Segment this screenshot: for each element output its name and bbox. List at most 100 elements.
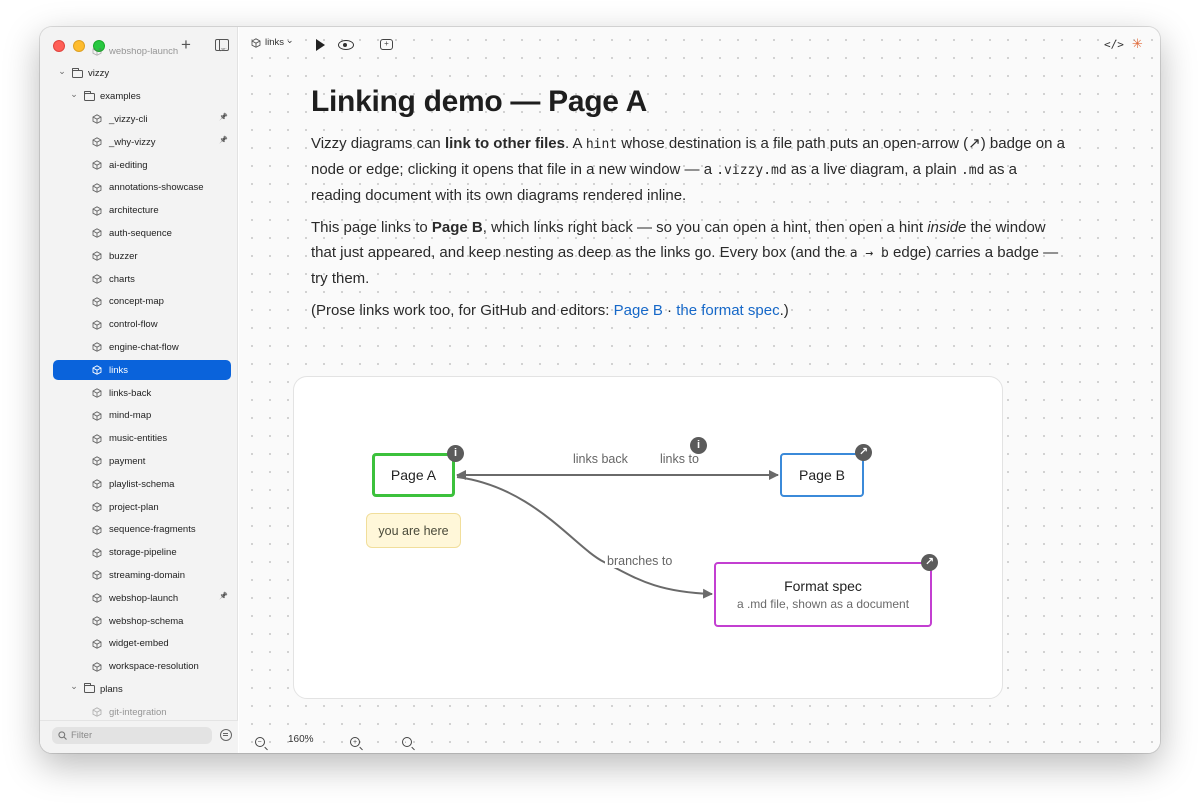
cube-icon: [251, 37, 261, 48]
tree-file[interactable]: _vizzy-cli 📌: [40, 109, 238, 129]
file-menu-button[interactable]: links ⌄: [251, 35, 294, 48]
filter-options-icon[interactable]: [220, 729, 232, 741]
tree-file[interactable]: payment: [40, 451, 238, 471]
text-run: (Prose links work too, for GitHub and ed…: [311, 302, 614, 319]
toolbar: links ⌄ + </> ✳: [239, 27, 1160, 63]
inline-code: .md: [960, 163, 985, 178]
cube-icon: [92, 525, 102, 535]
tree-file[interactable]: mind-map: [40, 406, 238, 426]
node-page-b[interactable]: Page B: [780, 453, 864, 497]
tree-file[interactable]: links-back: [40, 383, 238, 403]
tree-file[interactable]: auth-sequence: [40, 223, 238, 243]
edge-label-links-to: links to: [658, 452, 701, 466]
tree-file[interactable]: workspace-resolution: [40, 657, 238, 677]
chevron-down-icon[interactable]: ⌄: [69, 681, 79, 692]
chevron-down-icon[interactable]: ⌄: [69, 89, 79, 100]
cube-icon: [92, 365, 102, 375]
tree-folder[interactable]: ⌄ examples: [40, 87, 238, 107]
tree-file[interactable]: buzzer: [40, 246, 238, 266]
inline-code: a → b: [849, 246, 889, 261]
tree-item-label: storage-pipeline: [109, 547, 177, 559]
diagram-canvas: links back links to i branches to Page A…: [293, 376, 1003, 699]
text-run: This page links to: [311, 219, 432, 236]
pin-icon[interactable]: 📌: [219, 48, 228, 53]
play-button[interactable]: [316, 39, 325, 51]
chevron-down-icon[interactable]: ⌄: [57, 66, 67, 77]
cube-icon: [92, 319, 102, 330]
search-icon: [58, 731, 67, 740]
tree-item-label: playlist-schema: [109, 478, 175, 490]
tree-item-label: webshop-launch: [109, 592, 179, 604]
inline-code: hint: [585, 137, 618, 152]
node-format-spec[interactable]: Format spec a .md file, shown as a docum…: [714, 562, 932, 627]
tree-file[interactable]: links: [53, 360, 231, 381]
pin-icon[interactable]: 📌: [219, 113, 228, 121]
cube-icon: [92, 297, 102, 307]
node-a-info-icon[interactable]: i: [447, 445, 464, 462]
prose-links-paragraph: (Prose links work too, for GitHub and ed…: [311, 298, 1071, 323]
node-b-link-icon[interactable]: ↗: [855, 444, 872, 461]
source-view-button[interactable]: </>: [1104, 38, 1124, 51]
tree-file[interactable]: concept-map: [40, 292, 238, 312]
tree-item-label: engine-chat-flow: [109, 341, 179, 353]
tree-folder[interactable]: ⌄ vizzy: [40, 64, 238, 84]
cube-icon: [92, 137, 102, 147]
tree-file[interactable]: webshop-launch 📌: [40, 588, 238, 608]
cube-icon: [92, 251, 102, 261]
tree-item-label: webshop-schema: [109, 615, 184, 627]
tree-file[interactable]: git-integration: [40, 702, 238, 717]
app-window: + webshop-launch 📌 ⌄ vizzy ⌄ examples _vizzy-c…: [40, 27, 1160, 753]
folder-icon: [84, 683, 95, 694]
tree-item-label: architecture: [109, 205, 159, 217]
tree-file[interactable]: sequence-fragments: [40, 520, 238, 540]
zoom-level[interactable]: 160%: [288, 734, 314, 745]
cube-icon: [92, 616, 102, 626]
tree-file[interactable]: playlist-schema: [40, 474, 238, 494]
tree-file[interactable]: engine-chat-flow: [40, 337, 238, 357]
tree-file[interactable]: architecture: [40, 201, 238, 221]
node-page-a[interactable]: Page A: [372, 453, 455, 497]
tree-item-label: annotations-showcase: [109, 182, 204, 194]
tree-file[interactable]: _why-vizzy 📌: [40, 132, 238, 152]
edge-info-icon[interactable]: i: [690, 437, 707, 454]
prose-link[interactable]: Page B: [614, 302, 663, 319]
tree-file[interactable]: streaming-domain: [40, 565, 238, 585]
tree-file[interactable]: widget-embed: [40, 634, 238, 654]
zoom-fit-icon[interactable]: ·: [401, 737, 412, 747]
tree-item-label: vizzy: [88, 68, 110, 80]
tree-item-label: examples: [100, 91, 141, 103]
bold-text: Page B: [431, 219, 483, 236]
chevron-down-icon: ⌄: [286, 35, 294, 45]
tree-item-label: _why-vizzy: [109, 136, 156, 148]
tree-folder[interactable]: ⌄ plans: [40, 679, 238, 699]
pin-icon[interactable]: 📌: [219, 592, 228, 600]
tree-item-label: music-entities: [109, 433, 168, 445]
zoom-bar: − 160% + ·: [239, 727, 1160, 753]
tree-file[interactable]: music-entities: [40, 429, 238, 449]
tree-item-label: workspace-resolution: [109, 661, 199, 673]
zoom-out-icon[interactable]: −: [255, 737, 265, 747]
linking-paragraph: This page links to Page B, which links r…: [311, 215, 1071, 291]
preview-button[interactable]: [338, 40, 354, 50]
tree-file[interactable]: storage-pipeline: [40, 543, 238, 563]
tree-file[interactable]: webshop-schema: [40, 611, 238, 631]
filter-input[interactable]: [71, 730, 201, 741]
tree-file[interactable]: project-plan: [40, 497, 238, 517]
comment-icon: +: [380, 39, 393, 50]
zoom-in-icon[interactable]: +: [350, 737, 361, 747]
pin-icon[interactable]: 📌: [219, 136, 228, 144]
cube-icon: [92, 502, 102, 512]
prose-link[interactable]: the format spec: [676, 302, 779, 319]
tree-file[interactable]: annotations-showcase: [40, 178, 238, 198]
tree-file[interactable]: webshop-launch 📌: [40, 48, 238, 61]
assistant-button[interactable]: ✳: [1132, 36, 1143, 52]
node-c-link-icon[interactable]: ↗: [921, 554, 938, 571]
tree-file[interactable]: charts: [40, 269, 238, 289]
edge-branches-to[interactable]: [456, 476, 713, 599]
tree-item-label: concept-map: [109, 296, 164, 308]
comment-button[interactable]: +: [380, 39, 393, 50]
tree-file[interactable]: control-flow: [40, 315, 238, 335]
tree-file[interactable]: ai-editing: [40, 155, 238, 175]
cube-icon: [92, 342, 102, 353]
cube-icon: [92, 160, 102, 170]
